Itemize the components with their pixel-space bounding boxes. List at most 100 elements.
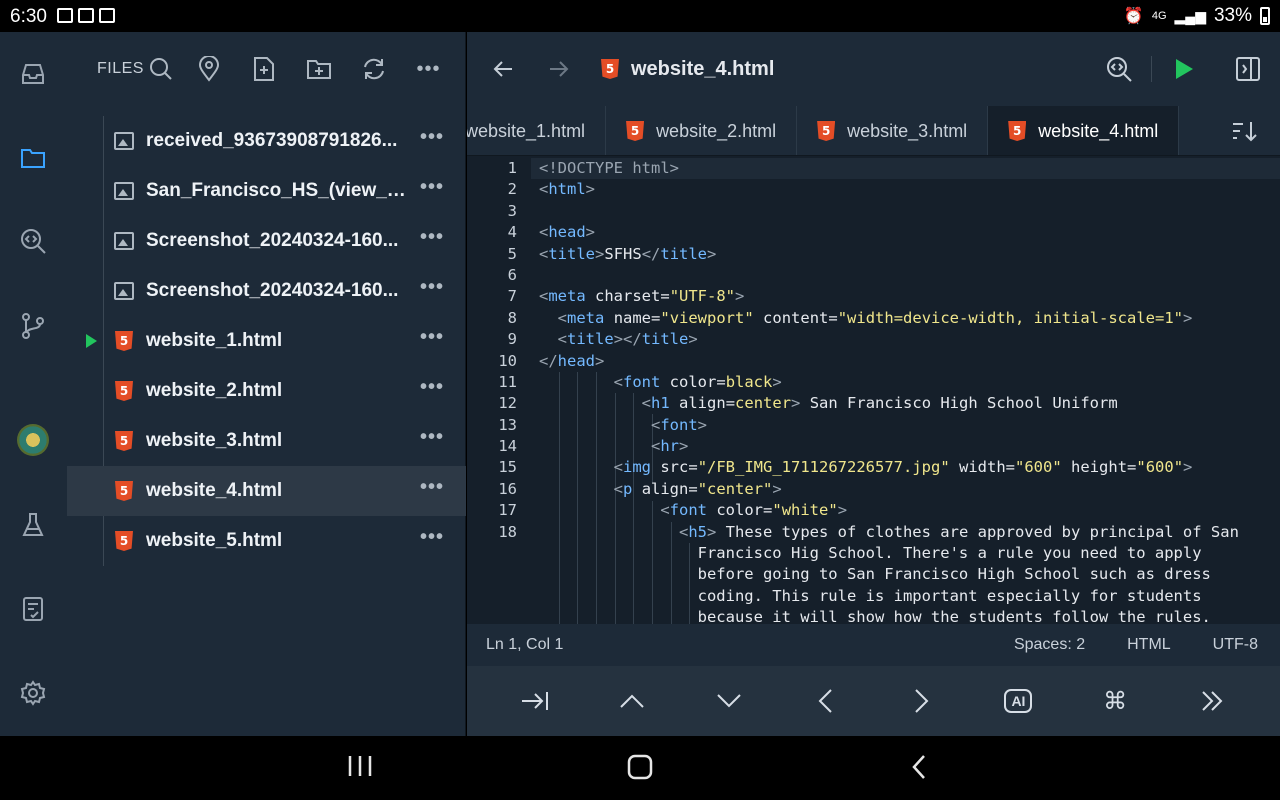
checkbox-notification-icon — [99, 8, 115, 23]
run-play-icon[interactable] — [1152, 58, 1216, 80]
file-more-button[interactable]: ••• — [420, 176, 444, 199]
tab-website-3[interactable]: 5 website_3.html — [797, 106, 989, 155]
settings-gear-icon[interactable] — [17, 677, 49, 709]
user-avatar[interactable] — [17, 424, 49, 456]
search-code-icon[interactable] — [17, 225, 49, 257]
code-line: <head> — [539, 223, 596, 242]
back-arrow-icon[interactable] — [475, 60, 531, 78]
code-line: <title>SFHS</title> — [539, 244, 717, 263]
line-number: 12 — [498, 394, 517, 413]
toggle-panel-icon[interactable] — [1216, 56, 1280, 82]
battery-icon — [1260, 7, 1270, 25]
more-options-icon[interactable]: ••• — [401, 51, 456, 87]
chevron-left-icon[interactable] — [795, 676, 855, 726]
tab-website-4[interactable]: 5 website_4.html — [988, 106, 1180, 155]
file-item[interactable]: received_93673908791826... ••• — [67, 116, 466, 166]
network-type: 4G — [1151, 10, 1167, 22]
file-more-button[interactable]: ••• — [420, 126, 444, 149]
double-chevron-right-icon[interactable] — [1182, 676, 1242, 726]
code-line: <font color=black> — [613, 372, 782, 391]
line-number: 11 — [498, 372, 517, 391]
refresh-icon[interactable] — [346, 51, 401, 87]
tab-label: website_2.html — [656, 120, 777, 141]
search-icon[interactable] — [141, 51, 181, 87]
file-more-button[interactable]: ••• — [420, 526, 444, 549]
file-more-button[interactable]: ••• — [420, 376, 444, 399]
tab-website-2[interactable]: 5 website_2.html — [606, 106, 798, 155]
file-explorer: FILES ••• received_93673908791826... •••… — [67, 32, 466, 736]
new-file-icon[interactable] — [236, 51, 291, 87]
new-folder-icon[interactable] — [291, 51, 346, 87]
back-icon[interactable] — [910, 754, 928, 785]
search-code-icon[interactable] — [1087, 55, 1151, 83]
chevron-up-icon[interactable] — [602, 676, 662, 726]
file-item[interactable]: Screenshot_20240324-160... ••• — [67, 216, 466, 266]
code-line: <!DOCTYPE html> — [531, 158, 1280, 180]
line-number: 6 — [507, 265, 517, 284]
file-more-button[interactable]: ••• — [420, 226, 444, 249]
html5-icon: 5 — [113, 480, 135, 502]
file-name: website_2.html — [146, 380, 283, 401]
code-line: <font color="white"> — [660, 501, 848, 520]
flask-icon[interactable] — [17, 509, 49, 541]
file-item[interactable]: 5 website_5.html ••• — [67, 516, 466, 566]
file-item[interactable]: Screenshot_20240324-160... ••• — [67, 266, 466, 316]
home-icon[interactable] — [627, 754, 653, 785]
alarm-icon: ⏰ — [1123, 8, 1144, 25]
chevron-right-icon[interactable] — [892, 676, 952, 726]
file-more-button[interactable]: ••• — [420, 326, 444, 349]
files-icon[interactable] — [17, 142, 49, 174]
file-item[interactable]: 5 website_3.html ••• — [67, 416, 466, 466]
code-editor[interactable]: 1 2 3 4 5 6 7 8 9 10 11 12 13 14 15 16 1… — [467, 156, 1280, 624]
tab-key-icon[interactable] — [505, 676, 565, 726]
file-more-button[interactable]: ••• — [420, 426, 444, 449]
html5-icon: 5 — [113, 530, 135, 552]
tasks-icon[interactable] — [17, 593, 49, 625]
forward-arrow-icon[interactable] — [531, 60, 587, 78]
video-notification-icon — [78, 8, 94, 23]
chevron-down-icon[interactable] — [699, 676, 759, 726]
editor-status-bar: Ln 1, Col 1 Spaces: 2 HTML UTF-8 — [467, 624, 1280, 666]
code-line: <html> — [539, 180, 596, 199]
file-more-button[interactable]: ••• — [420, 276, 444, 299]
line-number: 14 — [498, 437, 517, 456]
sort-tabs-icon[interactable] — [1210, 106, 1280, 155]
code-line-wrap: before going to San Francisco High Schoo… — [539, 565, 1211, 584]
system-navigation-bar — [0, 736, 1280, 800]
code-line: <meta charset="UTF-8"> — [539, 287, 745, 306]
file-encoding[interactable]: UTF-8 — [1213, 636, 1258, 654]
cursor-position[interactable]: Ln 1, Col 1 — [486, 636, 563, 654]
ai-label: AI — [1004, 689, 1033, 713]
image-file-icon — [113, 130, 135, 152]
image-file-icon — [113, 230, 135, 252]
ai-assistant-button[interactable]: AI — [988, 676, 1048, 726]
line-number: 9 — [507, 330, 517, 349]
run-indicator-icon[interactable] — [86, 334, 97, 348]
html5-icon: 5 — [626, 121, 645, 141]
code-line: <meta name="viewport" content="width=dev… — [557, 308, 1193, 327]
file-item[interactable]: 5 website_2.html ••• — [67, 366, 466, 416]
indentation-setting[interactable]: Spaces: 2 — [1014, 636, 1085, 654]
signal-icon: ▂▄▆ — [1174, 7, 1206, 24]
source-control-icon[interactable] — [17, 310, 49, 342]
file-more-button[interactable]: ••• — [420, 476, 444, 499]
file-item[interactable]: San_Francisco_HS_(view_fr... ••• — [67, 166, 466, 216]
inbox-icon[interactable] — [17, 58, 49, 90]
file-explorer-title: FILES — [97, 60, 144, 77]
line-number: 15 — [498, 458, 517, 477]
code-line: <h1 align=center> San Francisco High Sch… — [641, 394, 1118, 413]
file-item-selected[interactable]: 5 website_4.html ••• — [67, 466, 466, 516]
recent-apps-icon[interactable] — [347, 754, 373, 783]
extra-keys-toolbar: AI ⌘ — [467, 666, 1280, 736]
system-status-bar: 6:30 ⏰ 4G ▂▄▆ 33% — [0, 0, 1280, 32]
command-key-icon[interactable]: ⌘ — [1085, 676, 1145, 726]
location-pin-icon[interactable] — [181, 51, 236, 87]
current-file-name: website_4.html — [631, 57, 775, 80]
line-number: 3 — [507, 201, 517, 220]
file-item[interactable]: 5 website_1.html ••• — [67, 316, 466, 366]
tab-website-1[interactable]: website_1.html — [467, 106, 607, 155]
language-mode[interactable]: HTML — [1127, 636, 1171, 654]
file-name: website_4.html — [146, 480, 283, 501]
line-number: 4 — [507, 223, 517, 242]
